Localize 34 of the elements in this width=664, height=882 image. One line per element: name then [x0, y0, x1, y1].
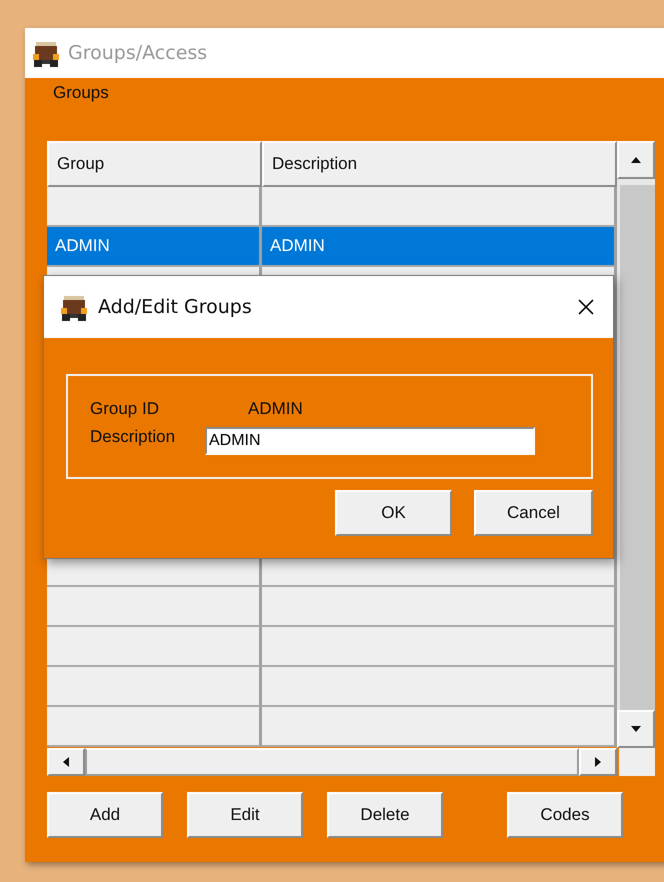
table-cell[interactable]: [47, 187, 262, 227]
action-button[interactable]: Delete: [327, 792, 443, 838]
table-cell[interactable]: [47, 707, 262, 747]
table-cell[interactable]: [47, 627, 262, 667]
table-cell[interactable]: [47, 587, 262, 627]
table-cell[interactable]: [262, 667, 617, 707]
scroll-right-button[interactable]: [579, 748, 617, 776]
window-title: Groups/Access: [68, 42, 208, 64]
dialog-button[interactable]: Cancel: [474, 490, 593, 536]
dialog-title: Add/Edit Groups: [98, 296, 252, 318]
scroll-up-button[interactable]: [617, 141, 655, 179]
scrollbar-corner: [619, 748, 655, 776]
field-label: Description: [90, 426, 176, 448]
column-header[interactable]: Description: [262, 141, 617, 187]
table-cell[interactable]: [262, 587, 617, 627]
table-cell[interactable]: ADMIN: [47, 227, 262, 267]
horizontal-scrollbar[interactable]: [47, 748, 617, 776]
vertical-scrollbar[interactable]: [617, 141, 655, 748]
table-cell[interactable]: ADMIN: [262, 227, 617, 267]
action-button[interactable]: Codes: [507, 792, 623, 838]
field-label: Group ID: [90, 398, 160, 418]
action-button[interactable]: Edit: [187, 792, 303, 838]
menu-item[interactable]: Groups: [53, 83, 109, 136]
group-id-value: ADMIN: [248, 398, 304, 418]
scroll-down-button[interactable]: [617, 710, 655, 748]
column-header[interactable]: Group: [47, 141, 262, 187]
table-cell[interactable]: [262, 187, 617, 227]
action-button[interactable]: Add: [47, 792, 163, 838]
table-cell[interactable]: [262, 627, 617, 667]
description-field[interactable]: ADMIN: [205, 426, 535, 454]
scroll-left-button[interactable]: [47, 748, 85, 776]
table-cell[interactable]: [262, 707, 617, 747]
table-cell[interactable]: [47, 667, 262, 707]
dialog-button[interactable]: OK: [335, 490, 452, 536]
